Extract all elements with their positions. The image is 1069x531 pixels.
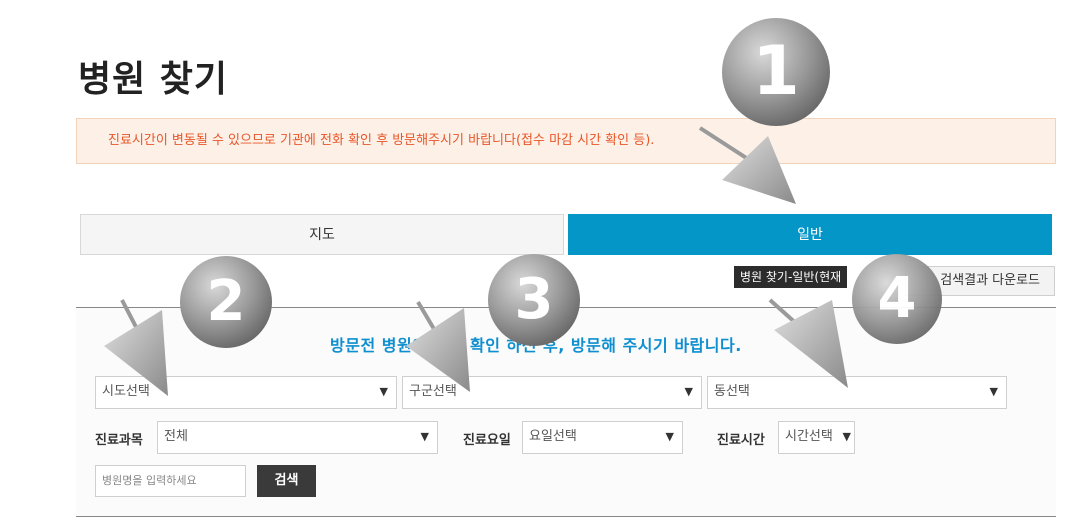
notice-banner: 진료시간이 변동될 수 있으므로 기관에 전화 확인 후 방문해주시기 바랍니다… (76, 118, 1056, 164)
chevron-down-icon: ▼ (379, 385, 388, 398)
callout-3-badge: 3 (488, 254, 580, 346)
chevron-down-icon: ▼ (684, 385, 693, 398)
day-label: 진료요일 (463, 433, 511, 448)
gugun-select[interactable]: 구군선택 ▼ (402, 376, 702, 409)
search-button[interactable]: 검색 (257, 465, 316, 497)
dong-select[interactable]: 동선택 ▼ (707, 376, 1007, 409)
dept-select[interactable]: 전체 ▼ (157, 421, 438, 454)
tab-map[interactable]: 지도 (80, 214, 564, 255)
chevron-down-icon: ▼ (420, 430, 429, 443)
tab-general[interactable]: 일반 (568, 214, 1052, 255)
time-select[interactable]: 시간선택 ▼ (778, 421, 855, 454)
time-select-value: 시간선택 (785, 429, 833, 444)
callout-2-badge: 2 (180, 256, 272, 348)
day-select[interactable]: 요일선택 ▼ (522, 421, 683, 454)
hospital-name-input[interactable]: 병원명을 입력하세요 (95, 465, 246, 497)
gugun-select-value: 구군선택 (409, 384, 457, 399)
sido-select-value: 시도선택 (102, 384, 150, 399)
sido-select[interactable]: 시도선택 ▼ (95, 376, 397, 409)
chevron-down-icon: ▼ (665, 430, 674, 443)
page-title: 병원 찾기 (78, 59, 229, 100)
chevron-down-icon: ▼ (989, 385, 998, 398)
dept-select-value: 전체 (164, 429, 188, 444)
tooltip: 병원 찾기-일반(현재 (734, 266, 848, 288)
day-select-value: 요일선택 (529, 429, 577, 444)
time-label: 진료시간 (717, 433, 765, 448)
dong-select-value: 동선택 (714, 384, 750, 399)
dept-label: 진료과목 (95, 433, 143, 448)
callout-1-badge: 1 (722, 18, 830, 126)
chevron-down-icon: ▼ (842, 430, 851, 443)
callout-4-badge: 4 (852, 254, 942, 344)
